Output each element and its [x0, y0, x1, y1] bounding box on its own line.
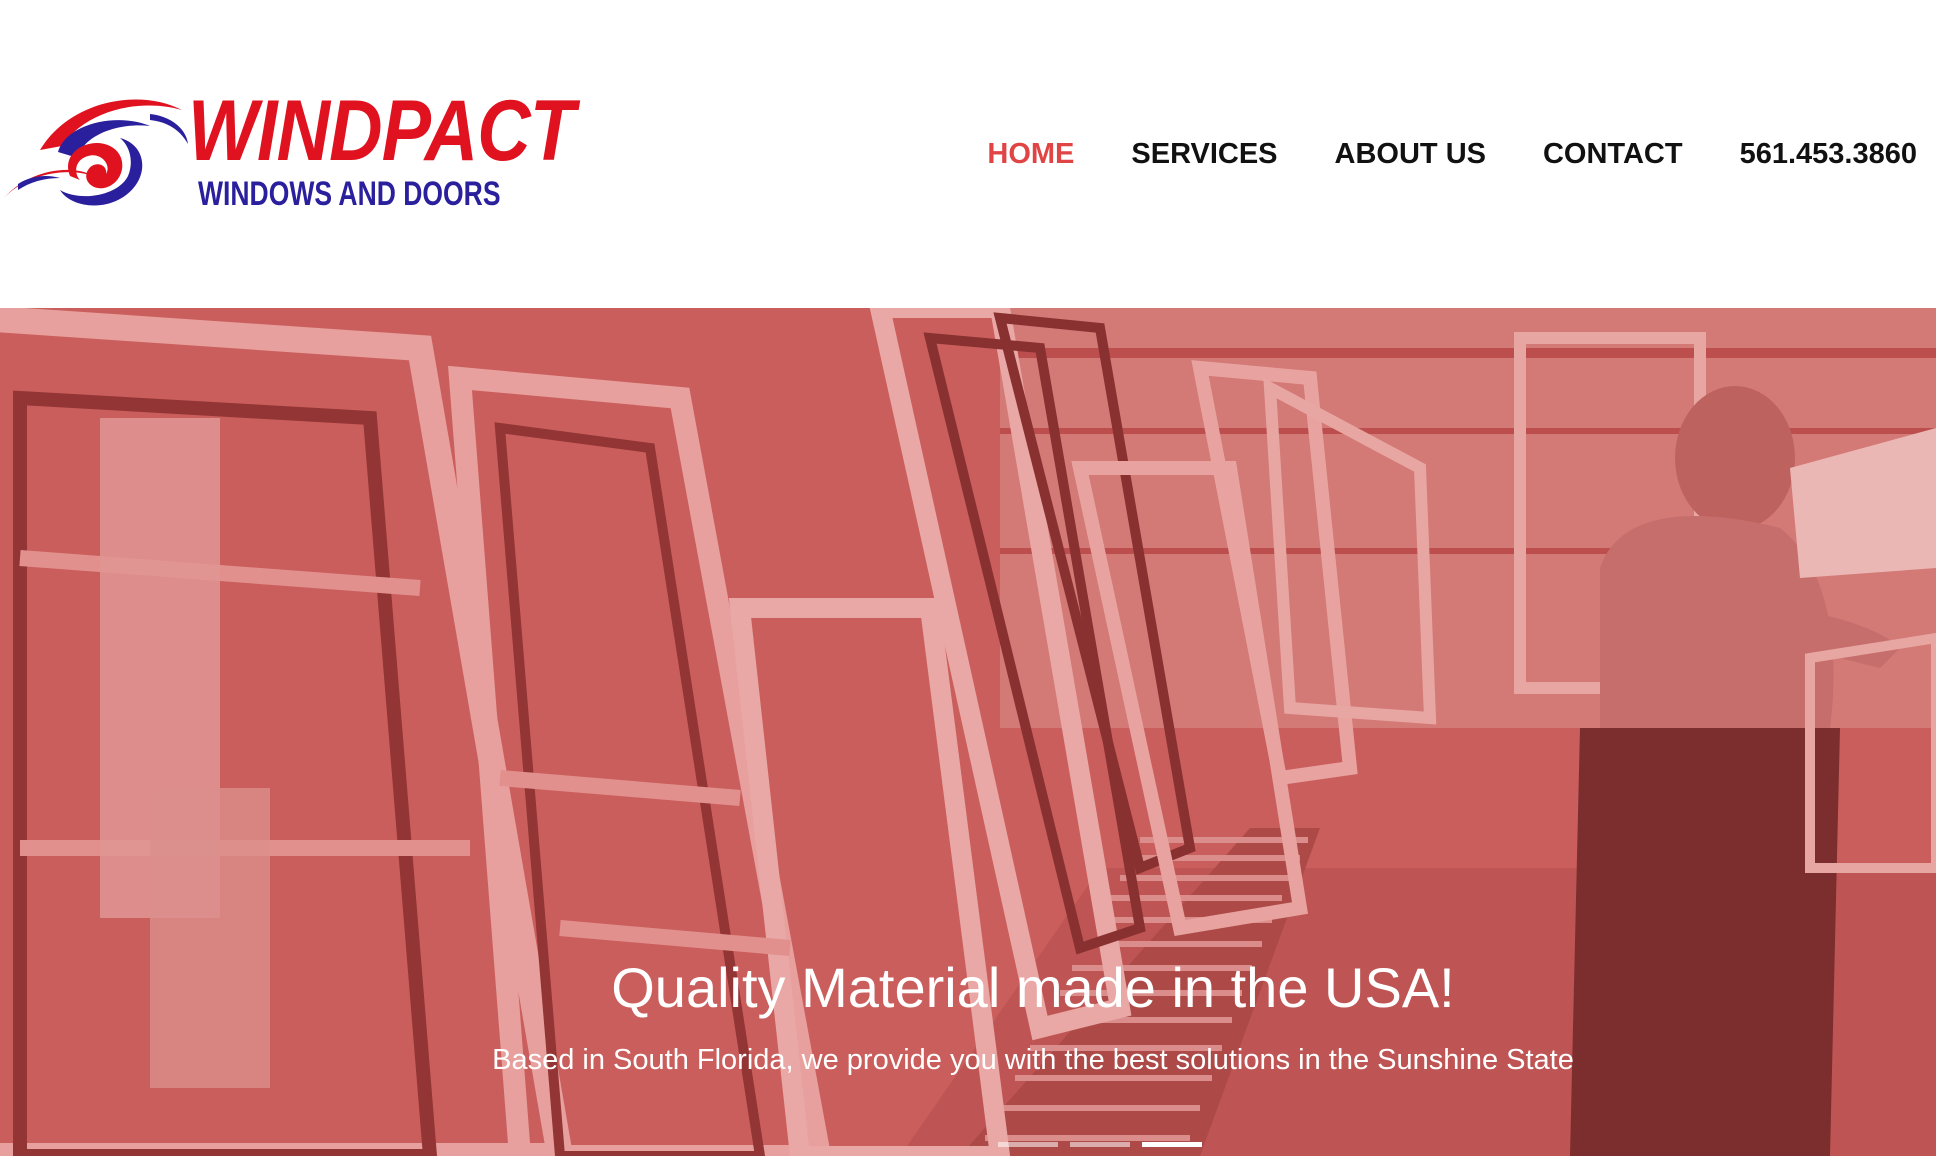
hero-subtitle: Based in South Florida, we provide you w… [492, 1044, 1574, 1076]
hero-title: Quality Material made in the USA! [611, 956, 1455, 1019]
main-nav: HOME SERVICES ABOUT US CONTACT 561.453.3… [930, 134, 1917, 174]
slide-indicator[interactable] [1070, 1142, 1130, 1147]
slide-indicator[interactable] [998, 1142, 1058, 1147]
site-logo[interactable]: WINDPACT WINDOWS AND DOORS [0, 80, 575, 220]
nav-contact[interactable]: CONTACT [1543, 134, 1683, 174]
nav-services[interactable]: SERVICES [1131, 134, 1277, 174]
brand-tagline: WINDOWS AND DOORS [198, 175, 501, 213]
hurricane-swirl-icon [4, 99, 188, 206]
slider-indicators [998, 1142, 1202, 1147]
nav-phone[interactable]: 561.453.3860 [1740, 134, 1917, 174]
nav-about-us[interactable]: ABOUT US [1335, 134, 1486, 174]
hero-background-image [0, 308, 1936, 1156]
slide-indicator-active[interactable] [1142, 1142, 1202, 1147]
nav-home[interactable]: HOME [987, 134, 1074, 174]
brand-name: WINDPACT [188, 83, 575, 179]
hero-slider: Quality Material made in the USA! Based … [0, 308, 1936, 1156]
site-header: WINDPACT WINDOWS AND DOORS HOME SERVICES… [0, 0, 1936, 308]
